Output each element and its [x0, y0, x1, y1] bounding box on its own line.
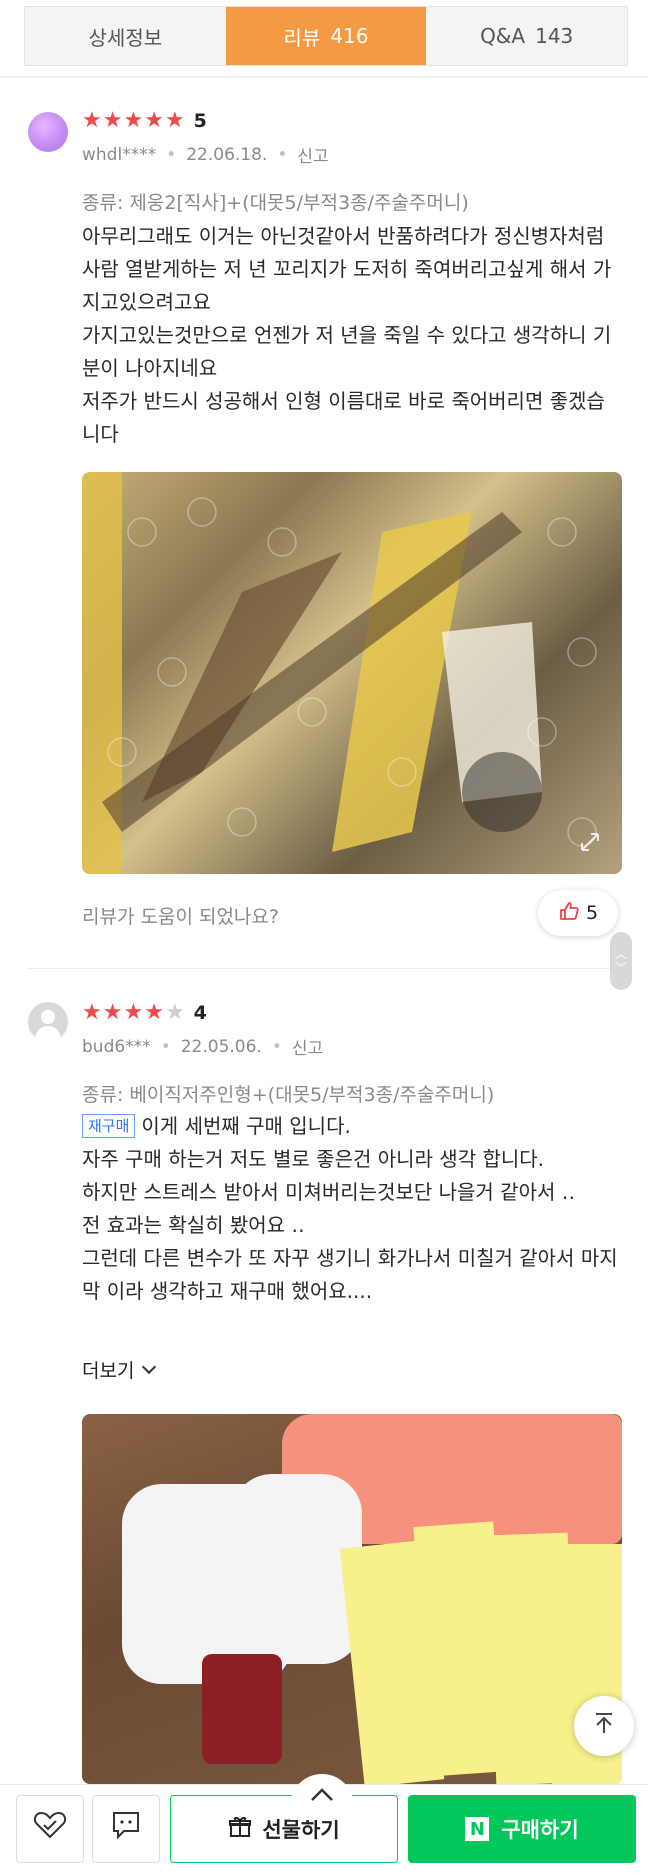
purchase-option: 종류: 제웅2[직사]+(대못5/부적3종/주술주머니) [82, 192, 469, 214]
talk-icon [110, 1810, 142, 1848]
reviewer-id: bud6*** [82, 1036, 151, 1057]
review-meta: whdl**** • 22.06.18. • 신고 [82, 142, 329, 168]
rating-score: 5 [193, 110, 207, 132]
star-icon: ★ [164, 1000, 185, 1025]
review-divider [28, 968, 622, 969]
helpful-question: 리뷰가 도움이 되었나요? [82, 906, 279, 928]
scroll-indicator[interactable]: ︿ ﹀ [610, 932, 632, 990]
naver-n-icon: N [465, 1817, 490, 1841]
review-paragraph: 가지고있는것만으로 언젠가 저 년을 죽일 수 있다고 생각하니 기분이 나아지… [82, 323, 612, 380]
star-icon: ★ [144, 1000, 164, 1025]
gift-button[interactable]: 선물하기 [170, 1795, 398, 1863]
report-link[interactable]: 신고 [297, 142, 328, 167]
star-icon: ★ [102, 108, 123, 133]
like-button[interactable]: 5 [538, 890, 618, 936]
thumbs-up-icon [558, 900, 580, 927]
star-icon: ★ [164, 108, 185, 133]
purchase-option: 종류: 베이직저주인형+(대못5/부적3종/주술주머니) [82, 1084, 495, 1106]
separator: • [271, 1036, 282, 1057]
review-paragraph: 그런데 다른 변수가 또 자꾸 생기니 화가나서 미칠거 같아서 마지막 이라 … [82, 1246, 618, 1303]
separator: • [160, 1036, 171, 1057]
review-photo[interactable] [82, 1414, 622, 1784]
chevron-down-icon [142, 1359, 157, 1374]
tabs-divider [0, 76, 648, 78]
review-body: 아무리그래도 이거는 아닌것같아서 반품하려다가 정신병자처럼 사람 열받게하는… [82, 220, 622, 451]
heart-check-icon [33, 1810, 67, 1848]
more-button[interactable]: 더보기 [82, 1356, 157, 1383]
tab-label: Q&A [480, 24, 526, 48]
review-date: 22.06.18. [186, 144, 268, 165]
buy-label: 구매하기 [501, 1818, 579, 1842]
wishlist-button[interactable] [16, 1795, 84, 1863]
avatar [28, 1002, 68, 1042]
rating-score: 4 [193, 1002, 207, 1024]
review-paragraph: 하지만 스트레스 받아서 미쳐버리는것보단 나을거 같아서 ‥ [82, 1180, 576, 1204]
star-rating: ★ ★ ★ ★ ★ 4 [82, 1000, 207, 1025]
star-icon: ★ [123, 1000, 144, 1025]
tab-count: 416 [330, 24, 369, 48]
review-paragraph: 전 효과는 확실히 봤어요 ‥ [82, 1213, 305, 1237]
gift-icon [228, 1815, 252, 1844]
star-icon: ★ [144, 108, 164, 133]
review-paragraph: 자주 구매 하는거 저도 별로 좋은건 아니라 생각 합니다. [82, 1147, 545, 1171]
review-body: 재구매 이게 세번째 구매 입니다. 자주 구매 하는거 저도 별로 좋은건 아니… [82, 1110, 622, 1308]
star-rating: ★ ★ ★ ★ ★ 5 [82, 108, 207, 133]
review-paragraph: 저주가 반드시 성공해서 인형 이름대로 바로 죽어버리면 좋겠습니다 [82, 389, 605, 446]
star-icon: ★ [82, 108, 102, 133]
review-meta: bud6*** • 22.05.06. • 신고 [82, 1034, 323, 1060]
repurchase-badge: 재구매 [82, 1114, 136, 1138]
photo-pouch [202, 1654, 282, 1764]
photo-contents [82, 472, 597, 874]
chevron-up-icon [308, 1780, 336, 1810]
reviewer-id: whdl**** [82, 144, 157, 165]
tab-count: 143 [535, 24, 574, 48]
like-count: 5 [585, 902, 599, 924]
more-label: 더보기 [82, 1360, 135, 1382]
chevron-up-icon: ︿ [614, 947, 627, 961]
scroll-top-icon [591, 1710, 617, 1743]
separator: • [166, 144, 177, 165]
review-photo[interactable] [82, 472, 622, 874]
tab-qna[interactable]: Q&A 143 [426, 7, 627, 65]
expand-icon[interactable] [576, 828, 604, 856]
star-icon: ★ [123, 108, 144, 133]
tab-reviews[interactable]: 리뷰 416 [225, 7, 427, 65]
star-icon: ★ [102, 1000, 123, 1025]
avatar [28, 112, 68, 152]
review-tabs: 상세정보 리뷰 416 Q&A 143 [24, 6, 628, 66]
review-paragraph: 아무리그래도 이거는 아닌것같아서 반품하려다가 정신병자처럼 사람 열받게하는… [82, 224, 612, 314]
review-paragraph: 재구매 이게 세번째 구매 입니다. [82, 1110, 622, 1143]
star-icon: ★ [82, 1000, 102, 1025]
review-date: 22.05.06. [180, 1036, 262, 1057]
review-first-line: 이게 세번째 구매 입니다. [141, 1114, 351, 1138]
chevron-down-icon: ﹀ [614, 961, 627, 975]
report-link[interactable]: 신고 [292, 1034, 323, 1059]
buy-button[interactable]: N 구매하기 [408, 1795, 636, 1863]
tab-label: 리뷰 [283, 25, 321, 50]
talk-button[interactable] [92, 1795, 160, 1863]
tab-detail[interactable]: 상세정보 [25, 7, 226, 65]
separator: • [277, 144, 288, 165]
tab-label: 상세정보 [88, 25, 163, 50]
scroll-top-button[interactable] [574, 1696, 634, 1756]
